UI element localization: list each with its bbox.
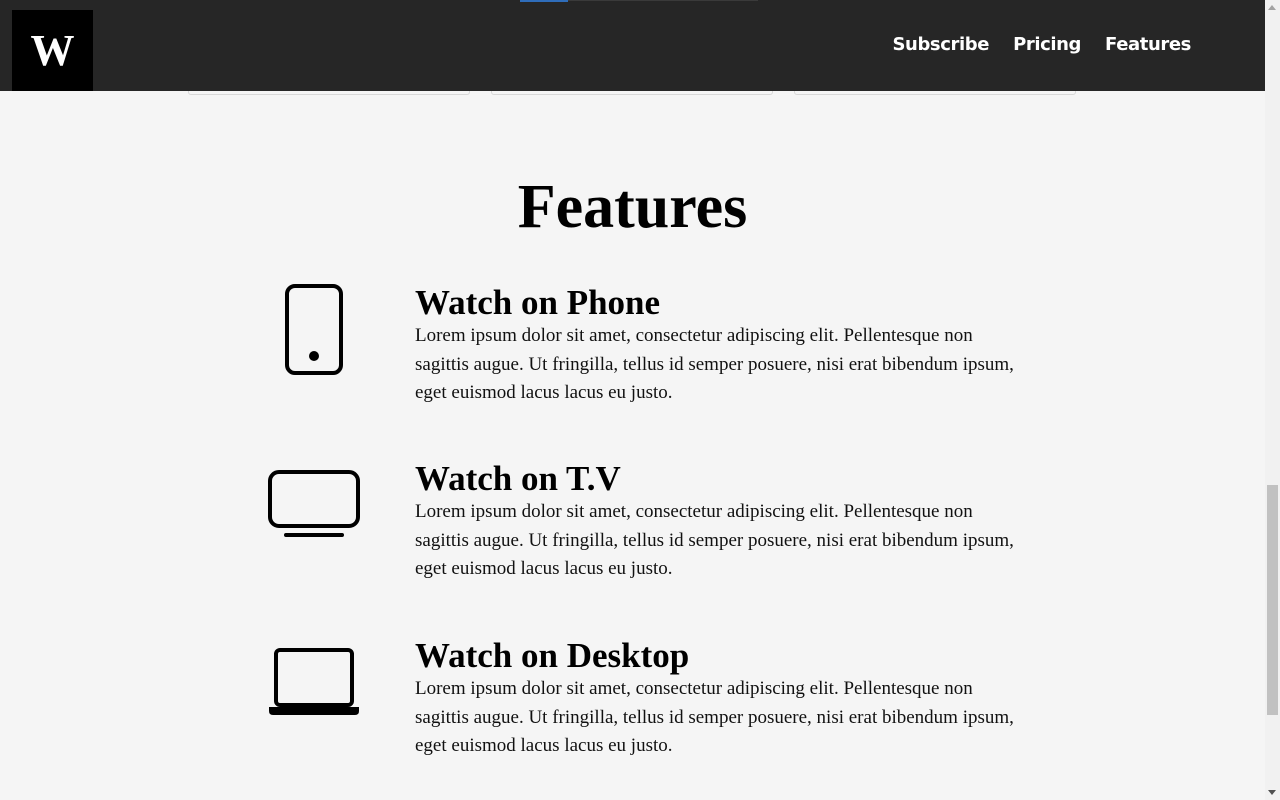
main-nav: Subscribe Pricing Features: [892, 34, 1191, 55]
features-heading: Features: [517, 173, 748, 241]
scrollbar-thumb[interactable]: [1267, 485, 1278, 715]
feature-text: Watch on Desktop Lorem ipsum dolor sit a…: [415, 637, 1019, 761]
feature-title: Watch on Phone: [415, 283, 661, 322]
laptop-icon: [259, 647, 369, 747]
feature-description: Lorem ipsum dolor sit amet, consectetur …: [415, 678, 1014, 756]
feature-description: Lorem ipsum dolor sit amet, consectetur …: [415, 501, 1014, 579]
feature-text: Watch on T.V Lorem ipsum dolor sit amet,…: [415, 460, 1019, 584]
feature-description: Lorem ipsum dolor sit amet, consectetur …: [415, 325, 1014, 403]
progress-track: [568, 0, 758, 1]
progress-accent-line: [520, 0, 568, 2]
feature-text: Watch on Phone Lorem ipsum dolor sit ame…: [415, 284, 1019, 408]
scroll-down-icon[interactable]: [1268, 790, 1276, 795]
nav-link-features[interactable]: Features: [1105, 34, 1191, 55]
nav-link-pricing[interactable]: Pricing: [1013, 34, 1081, 55]
tv-icon: [259, 470, 369, 570]
page-scrollbar[interactable]: [1265, 0, 1280, 800]
scroll-up-icon[interactable]: [1268, 5, 1276, 10]
feature-title: Watch on Desktop: [415, 636, 690, 675]
feature-title: Watch on T.V: [415, 459, 621, 498]
phone-icon: [259, 284, 369, 384]
site-header: W Subscribe Pricing Features: [0, 0, 1265, 91]
site-logo[interactable]: W: [12, 10, 93, 91]
nav-link-subscribe[interactable]: Subscribe: [892, 34, 989, 55]
